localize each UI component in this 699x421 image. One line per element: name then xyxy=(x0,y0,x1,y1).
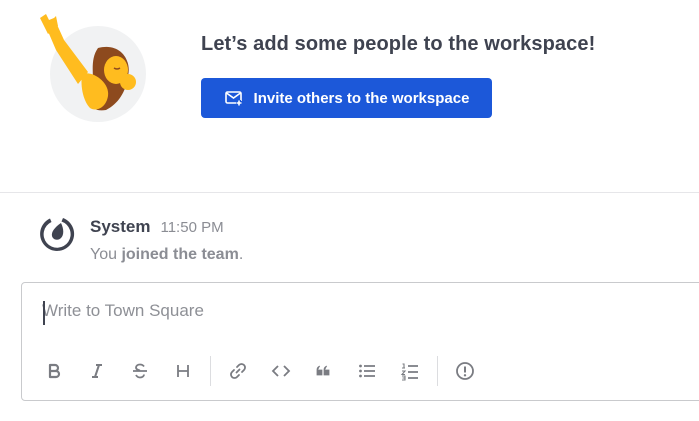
post-message-bold: joined the team xyxy=(121,246,239,263)
post-message: You joined the team. xyxy=(90,246,243,264)
post-message-suffix: . xyxy=(238,246,244,263)
numbered-list-icon[interactable] xyxy=(392,355,428,387)
strikethrough-icon[interactable] xyxy=(122,355,158,387)
text-caret xyxy=(43,301,45,325)
system-post: System 11:50 PM You joined the team. xyxy=(0,200,699,278)
person-waving-illustration xyxy=(36,12,150,126)
priority-icon[interactable] xyxy=(447,355,483,387)
invite-button-label: Invite others to the workspace xyxy=(253,89,470,107)
bold-icon[interactable] xyxy=(36,355,72,387)
bulleted-list-icon[interactable] xyxy=(349,355,385,387)
toolbar-separator xyxy=(210,356,211,386)
toolbar-separator xyxy=(437,356,438,386)
heading-icon[interactable] xyxy=(165,355,201,387)
post-timestamp[interactable]: 11:50 PM xyxy=(160,219,223,236)
code-icon[interactable] xyxy=(263,355,299,387)
link-icon[interactable] xyxy=(220,355,256,387)
message-input[interactable] xyxy=(42,297,682,325)
invite-others-button[interactable]: Invite others to the workspace xyxy=(201,78,492,118)
italic-icon[interactable] xyxy=(79,355,115,387)
post-author[interactable]: System xyxy=(90,217,150,237)
quote-icon[interactable] xyxy=(306,355,342,387)
envelope-plus-icon xyxy=(224,88,244,108)
message-composer xyxy=(21,282,699,401)
post-message-prefix: You xyxy=(90,246,122,263)
divider xyxy=(0,192,699,193)
formatting-toolbar xyxy=(36,355,490,387)
intro-heading: Let’s add some people to the workspace! xyxy=(201,33,596,55)
mattermost-logo-icon xyxy=(37,213,77,253)
